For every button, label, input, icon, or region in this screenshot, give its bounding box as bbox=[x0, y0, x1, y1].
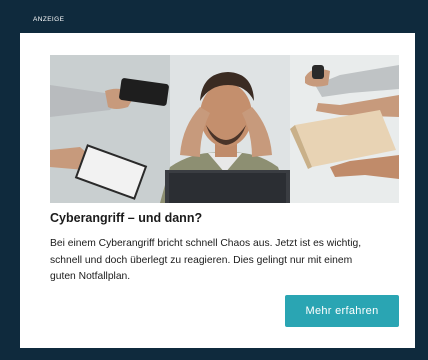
ad-card[interactable]: Cyberangriff – und dann? Bei einem Cyber… bbox=[20, 33, 415, 348]
ad-body-text: Bei einem Cyberangriff bricht schnell Ch… bbox=[50, 236, 400, 286]
learn-more-button[interactable]: Mehr erfahren bbox=[285, 295, 399, 327]
ad-label: ANZEIGE bbox=[33, 16, 65, 23]
ad-headline[interactable]: Cyberangriff – und dann? bbox=[50, 211, 202, 225]
body-line: Bei einem Cyberangriff bricht schnell Ch… bbox=[50, 238, 362, 249]
body-line: guten Notfallplan. bbox=[50, 271, 131, 282]
ad-frame: ANZEIGE Cyberangriff – und dann? Bei ein… bbox=[0, 0, 428, 360]
hero-image[interactable] bbox=[50, 55, 399, 203]
body-line: schnell und doch überlegt zu reagieren. … bbox=[50, 254, 353, 266]
stressed-person-photo-icon bbox=[50, 55, 399, 203]
